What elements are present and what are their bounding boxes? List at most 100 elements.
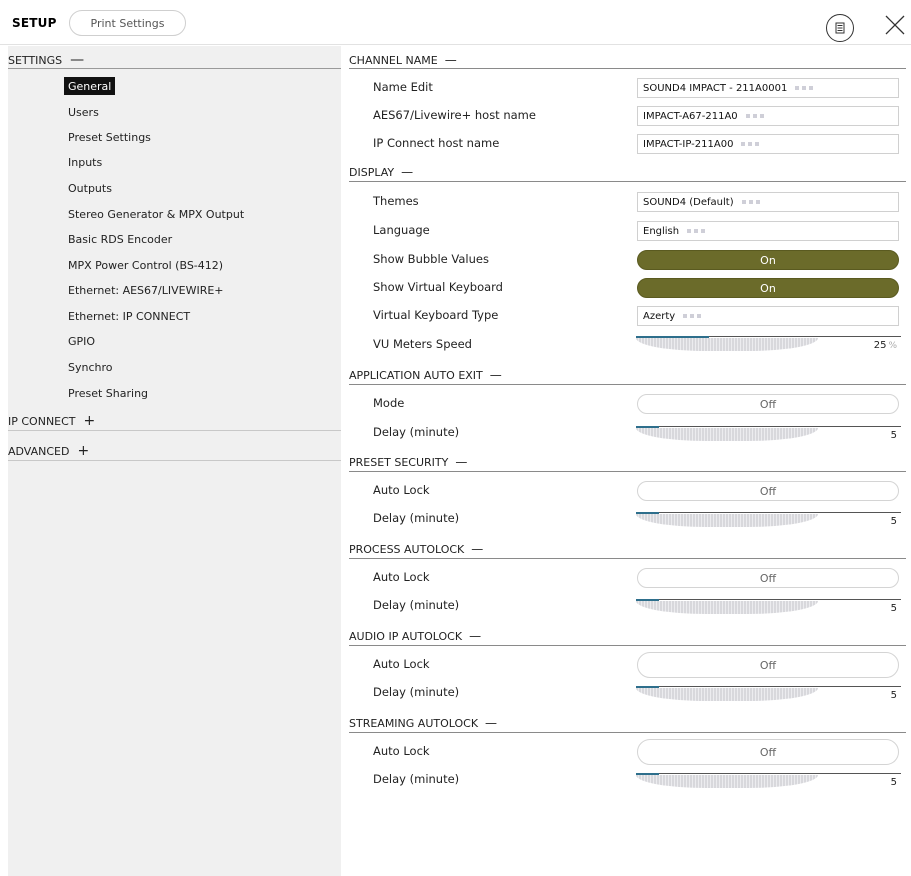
collapse-icon: —: [485, 716, 498, 730]
slider-value: 5: [890, 690, 897, 701]
divider: [349, 384, 906, 385]
slider-track: [636, 514, 818, 527]
keyboard-type-value: Azerty: [643, 310, 676, 322]
section-streaming-autolock[interactable]: STREAMING AUTOLOCK —: [349, 715, 497, 731]
auto-lock-label: Auto Lock: [373, 744, 430, 758]
bubble-values-toggle[interactable]: On: [637, 250, 899, 270]
themes-select[interactable]: SOUND4 (Default): [637, 192, 899, 212]
section-display[interactable]: DISPLAY —: [349, 164, 413, 180]
divider: [349, 732, 906, 733]
slider-value: 25%: [874, 340, 897, 351]
divider: [349, 471, 906, 472]
app-exit-delay-slider[interactable]: 5: [636, 426, 901, 444]
virtual-keyboard-toggle[interactable]: On: [637, 278, 899, 298]
keyboard-type-select[interactable]: Azerty: [637, 306, 899, 326]
mode-label: Mode: [373, 396, 405, 410]
collapse-icon: —: [444, 53, 457, 67]
process-delay-slider[interactable]: 5: [636, 599, 901, 617]
edit-dots-icon: [795, 86, 814, 90]
slider-line: [636, 773, 901, 774]
sidebar: SETTINGS — General Users Preset Settings…: [8, 46, 341, 876]
audio-ip-delay-slider[interactable]: 5: [636, 686, 901, 704]
sidebar-item-gpio[interactable]: GPIO: [64, 332, 99, 350]
sidebar-item-inputs[interactable]: Inputs: [64, 153, 106, 171]
slider-value: 5: [890, 603, 897, 614]
sidebar-item-ethernet-ip-connect[interactable]: Ethernet: IP CONNECT: [64, 307, 194, 325]
settings-label: SETTINGS: [8, 53, 63, 67]
divider: [8, 68, 341, 69]
sidebar-item-mpx-power[interactable]: MPX Power Control (BS-412): [64, 256, 227, 274]
section-title: PROCESS AUTOLOCK: [349, 542, 465, 556]
section-preset-security[interactable]: PRESET SECURITY —: [349, 454, 467, 470]
divider: [8, 460, 341, 461]
sidebar-section-ip-connect[interactable]: IP CONNECT +: [8, 412, 95, 430]
sidebar-item-outputs[interactable]: Outputs: [64, 179, 116, 197]
virtual-keyboard-label: Show Virtual Keyboard: [373, 280, 503, 294]
vu-speed-slider[interactable]: 25%: [636, 336, 901, 354]
slider-fill: [636, 686, 659, 688]
delay-label: Delay (minute): [373, 511, 460, 525]
edit-dots-icon: [683, 314, 702, 318]
section-title: DISPLAY: [349, 165, 395, 179]
sidebar-section-settings[interactable]: SETTINGS —: [8, 51, 84, 69]
sidebar-item-basic-rds[interactable]: Basic RDS Encoder: [64, 230, 176, 248]
auto-lock-label: Auto Lock: [373, 483, 430, 497]
language-select[interactable]: English: [637, 221, 899, 241]
themes-value: SOUND4 (Default): [643, 196, 734, 208]
aes67-host-value: IMPACT-A67-211A0: [643, 110, 738, 122]
sidebar-item-preset-sharing[interactable]: Preset Sharing: [64, 384, 152, 402]
preset-delay-slider[interactable]: 5: [636, 512, 901, 530]
collapse-icon: —: [469, 629, 482, 643]
bubble-values-label: Show Bubble Values: [373, 252, 489, 266]
divider: [349, 558, 906, 559]
streaming-delay-slider[interactable]: 5: [636, 773, 901, 791]
vu-value: 25: [873, 340, 887, 351]
slider-line: [636, 426, 901, 427]
preset-lock-toggle[interactable]: Off: [637, 481, 899, 501]
slider-fill: [636, 512, 659, 514]
section-process-autolock[interactable]: PROCESS AUTOLOCK —: [349, 541, 483, 557]
advanced-label: ADVANCED: [8, 444, 70, 458]
edit-dots-icon: [745, 114, 764, 118]
section-app-auto-exit[interactable]: APPLICATION AUTO EXIT —: [349, 367, 502, 383]
sidebar-item-synchro[interactable]: Synchro: [64, 358, 117, 376]
slider-track: [636, 601, 818, 614]
vu-speed-label: VU Meters Speed: [373, 337, 472, 351]
mode-toggle[interactable]: Off: [637, 394, 899, 414]
expand-icon: +: [83, 413, 96, 429]
auto-lock-label: Auto Lock: [373, 570, 430, 584]
keyboard-type-label: Virtual Keyboard Type: [373, 308, 499, 322]
slider-value: 5: [890, 516, 897, 527]
process-lock-toggle[interactable]: Off: [637, 568, 899, 588]
sidebar-item-preset-settings[interactable]: Preset Settings: [64, 128, 155, 146]
sidebar-item-ethernet-aes67[interactable]: Ethernet: AES67/LIVEWIRE+: [64, 281, 228, 299]
slider-track: [636, 428, 818, 441]
menu-button[interactable]: [826, 14, 854, 42]
ip-connect-host-field[interactable]: IMPACT-IP-211A00: [637, 134, 899, 154]
print-settings-button[interactable]: Print Settings: [69, 10, 186, 36]
divider: [349, 645, 906, 646]
sidebar-section-advanced[interactable]: ADVANCED +: [8, 442, 89, 460]
audio-ip-lock-toggle[interactable]: Off: [637, 652, 899, 678]
aes67-host-field[interactable]: IMPACT-A67-211A0: [637, 106, 899, 126]
name-edit-field[interactable]: SOUND4 IMPACT - 211A0001: [637, 78, 899, 98]
themes-label: Themes: [373, 194, 419, 208]
name-edit-value: SOUND4 IMPACT - 211A0001: [643, 82, 788, 94]
sidebar-item-general[interactable]: General: [64, 77, 116, 95]
divider: [349, 68, 906, 69]
expand-icon: +: [77, 443, 90, 459]
page-title: SETUP: [12, 16, 57, 30]
section-channel-name[interactable]: CHANNEL NAME —: [349, 52, 457, 68]
delay-label: Delay (minute): [373, 685, 460, 699]
collapse-icon: —: [401, 165, 414, 179]
slider-value: 5: [890, 430, 897, 441]
close-icon[interactable]: [884, 14, 906, 36]
streaming-lock-toggle[interactable]: Off: [637, 739, 899, 765]
section-audio-ip-autolock[interactable]: AUDIO IP AUTOLOCK —: [349, 628, 481, 644]
collapse-icon: —: [471, 542, 484, 556]
sidebar-item-users[interactable]: Users: [64, 103, 103, 121]
section-title: APPLICATION AUTO EXIT: [349, 368, 483, 382]
top-bar: SETUP Print Settings: [0, 0, 911, 45]
slider-line: [636, 599, 901, 600]
sidebar-item-stereo-generator[interactable]: Stereo Generator & MPX Output: [64, 205, 248, 223]
